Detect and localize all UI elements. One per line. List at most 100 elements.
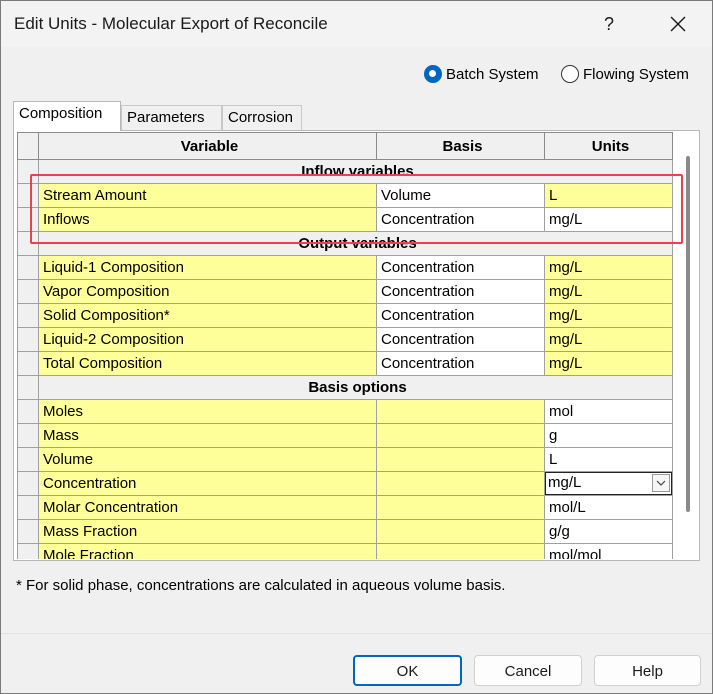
- row-selector[interactable]: [17, 159, 39, 184]
- cell-basis[interactable]: Concentration: [376, 327, 545, 352]
- table-row: Mass g: [17, 423, 673, 448]
- scrollbar-thumb[interactable]: [686, 156, 690, 512]
- cell-basis[interactable]: Concentration: [376, 207, 545, 232]
- grid-corner[interactable]: [17, 132, 39, 160]
- cell-variable: Mass Fraction: [38, 519, 377, 544]
- cell-units[interactable]: mg/L: [544, 279, 673, 304]
- cell-variable: Total Composition: [38, 351, 377, 376]
- cell-basis[interactable]: Concentration: [376, 255, 545, 280]
- cancel-button[interactable]: Cancel: [474, 655, 582, 686]
- row-selector[interactable]: [17, 447, 39, 472]
- combobox-value: mg/L: [548, 474, 582, 491]
- cell-basis[interactable]: Concentration: [376, 351, 545, 376]
- table-row: Molar Concentration mol/L: [17, 495, 673, 520]
- row-selector[interactable]: [17, 255, 39, 280]
- cell-variable: Stream Amount: [38, 183, 377, 208]
- units-combobox[interactable]: mg/L: [545, 472, 672, 495]
- cell-units[interactable]: mol/L: [544, 495, 673, 520]
- table-row: Total Composition Concentration mg/L: [17, 351, 673, 376]
- row-selector[interactable]: [17, 471, 39, 496]
- cell-variable: Concentration: [38, 471, 377, 496]
- cell-units[interactable]: mg/L: [544, 351, 673, 376]
- row-selector[interactable]: [17, 375, 39, 400]
- cell-units[interactable]: mol/mol: [544, 543, 673, 559]
- divider: [1, 633, 712, 634]
- cell-variable: Solid Composition*: [38, 303, 377, 328]
- header-units: Units: [544, 132, 673, 160]
- row-selector[interactable]: [17, 495, 39, 520]
- row-selector[interactable]: [17, 423, 39, 448]
- radio-selected-icon: [424, 65, 442, 83]
- ok-button[interactable]: OK: [353, 655, 462, 686]
- grid-scrollbar[interactable]: [679, 132, 697, 558]
- close-icon[interactable]: [661, 9, 695, 39]
- row-selector[interactable]: [17, 183, 39, 208]
- section-basis-options: Basis options: [38, 375, 673, 400]
- table-row: Solid Composition* Concentration mg/L: [17, 303, 673, 328]
- cell-basis: [376, 543, 545, 559]
- row-selector[interactable]: [17, 543, 39, 559]
- radio-batch-system[interactable]: Batch System: [424, 65, 539, 83]
- tab-corrosion[interactable]: Corrosion: [222, 105, 302, 131]
- help-button[interactable]: Help: [594, 655, 701, 686]
- table-row: Volume L: [17, 447, 673, 472]
- cell-units[interactable]: L: [544, 447, 673, 472]
- cell-basis: [376, 447, 545, 472]
- section-output-variables: Output variables: [38, 231, 673, 256]
- section-inflow-variables: Inflow variables: [38, 159, 673, 184]
- footnote: * For solid phase, concentrations are ca…: [16, 577, 506, 594]
- help-icon[interactable]: ?: [597, 11, 621, 37]
- cell-units-dropdown[interactable]: mg/L: [544, 471, 673, 496]
- cell-variable: Vapor Composition: [38, 279, 377, 304]
- table-row: Mole Fraction mol/mol: [17, 543, 673, 559]
- cell-variable: Moles: [38, 399, 377, 424]
- cell-variable: Mass: [38, 423, 377, 448]
- cell-basis[interactable]: Concentration: [376, 279, 545, 304]
- header-basis: Basis: [376, 132, 545, 160]
- row-selector[interactable]: [17, 231, 39, 256]
- cell-basis[interactable]: Concentration: [376, 303, 545, 328]
- row-selector[interactable]: [17, 351, 39, 376]
- radio-unselected-icon: [561, 65, 579, 83]
- cell-units[interactable]: mol: [544, 399, 673, 424]
- table-row: Mass Fraction g/g: [17, 519, 673, 544]
- cell-units[interactable]: mg/L: [544, 207, 673, 232]
- cell-variable: Molar Concentration: [38, 495, 377, 520]
- table-row: Vapor Composition Concentration mg/L: [17, 279, 673, 304]
- cell-units[interactable]: mg/L: [544, 327, 673, 352]
- table-row: Stream Amount Volume L: [17, 183, 673, 208]
- section-row-output: Output variables: [17, 231, 673, 256]
- cell-variable: Liquid-1 Composition: [38, 255, 377, 280]
- radio-batch-label: Batch System: [446, 65, 539, 83]
- cell-variable: Mole Fraction: [38, 543, 377, 559]
- cell-variable: Inflows: [38, 207, 377, 232]
- row-selector[interactable]: [17, 399, 39, 424]
- grid-header-row: Variable Basis Units: [17, 132, 673, 160]
- title-bar: Edit Units - Molecular Export of Reconci…: [1, 1, 712, 47]
- cell-units[interactable]: mg/L: [544, 255, 673, 280]
- cell-basis: [376, 495, 545, 520]
- radio-flowing-system[interactable]: Flowing System: [561, 65, 689, 83]
- units-grid: Variable Basis Units Inflow variables St…: [17, 132, 673, 559]
- row-selector[interactable]: [17, 279, 39, 304]
- cell-basis: [376, 471, 545, 496]
- cell-basis: [376, 519, 545, 544]
- row-selector[interactable]: [17, 327, 39, 352]
- chevron-down-icon[interactable]: [652, 474, 670, 492]
- cell-units[interactable]: L: [544, 183, 673, 208]
- header-variable: Variable: [38, 132, 377, 160]
- row-selector[interactable]: [17, 207, 39, 232]
- table-row: Liquid-1 Composition Concentration mg/L: [17, 255, 673, 280]
- cell-units[interactable]: mg/L: [544, 303, 673, 328]
- table-row: Inflows Concentration mg/L: [17, 207, 673, 232]
- cell-units[interactable]: g/g: [544, 519, 673, 544]
- tab-composition[interactable]: Composition: [13, 101, 121, 131]
- tab-parameters[interactable]: Parameters: [121, 105, 222, 131]
- row-selector[interactable]: [17, 519, 39, 544]
- table-row: Liquid-2 Composition Concentration mg/L: [17, 327, 673, 352]
- cell-units[interactable]: g: [544, 423, 673, 448]
- cell-variable: Liquid-2 Composition: [38, 327, 377, 352]
- cell-basis: [376, 399, 545, 424]
- cell-basis[interactable]: Volume: [376, 183, 545, 208]
- row-selector[interactable]: [17, 303, 39, 328]
